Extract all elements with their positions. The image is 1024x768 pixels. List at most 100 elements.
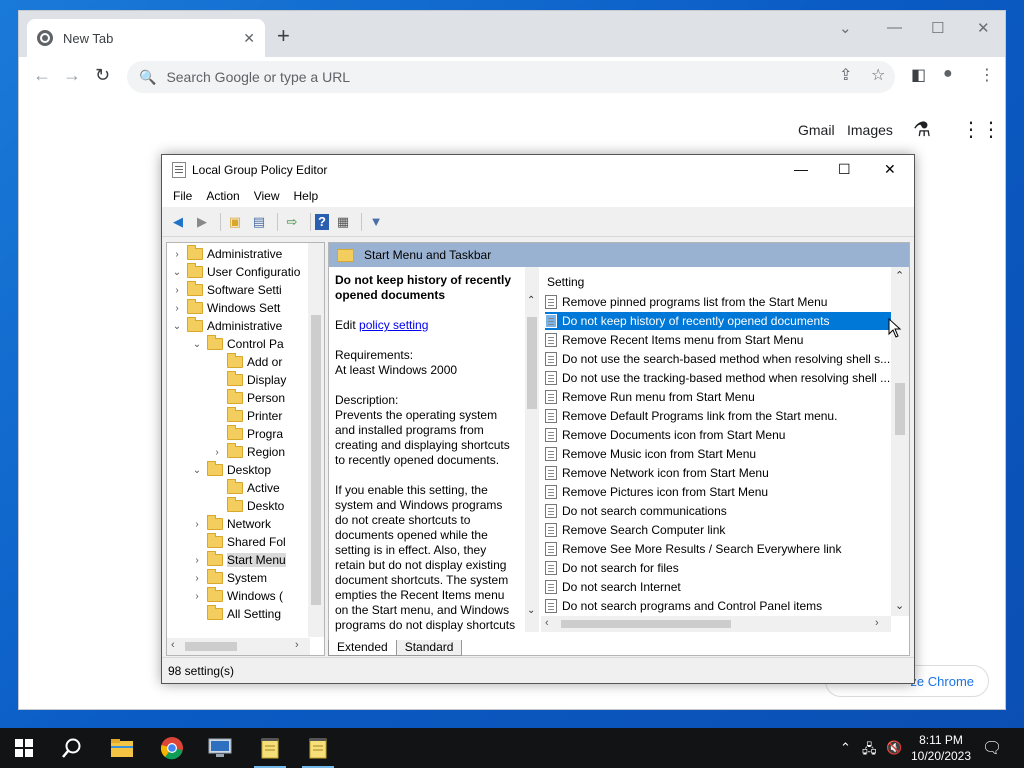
tab-close-icon[interactable]: ✕ <box>243 30 255 47</box>
setting-row[interactable]: Remove Default Programs link from the St… <box>545 407 891 425</box>
settings-hscroll-thumb[interactable] <box>561 620 731 628</box>
tree-expander-icon[interactable]: ⌄ <box>191 465 203 476</box>
setting-row[interactable]: Do not search programs and Control Panel… <box>545 597 891 615</box>
tree-item[interactable]: Progra <box>211 425 283 443</box>
menu-action[interactable]: Action <box>199 189 246 203</box>
tree-expander-icon[interactable]: › <box>211 447 223 458</box>
setting-row[interactable]: Do not search Internet <box>545 578 891 596</box>
tree-expander-icon[interactable]: › <box>191 591 203 602</box>
tree-horizontal-scrollbar[interactable]: ‹ › <box>167 638 310 655</box>
start-button[interactable] <box>0 728 48 768</box>
settings-scroll-thumb[interactable] <box>895 383 905 435</box>
help-icon[interactable]: ? <box>315 213 329 230</box>
notifications-icon[interactable]: 🗨 <box>982 738 1002 758</box>
tree-item[interactable]: Add or <box>211 353 282 371</box>
setting-row[interactable]: Remove Music icon from Start Menu <box>545 445 891 463</box>
tray-overflow-chevron-icon[interactable]: ⌃ <box>840 740 851 756</box>
back-arrow-icon[interactable]: ← <box>33 65 51 86</box>
scroll-left-icon[interactable]: ‹ <box>171 639 175 651</box>
taskbar-search-button[interactable] <box>48 728 96 768</box>
setting-row[interactable]: Do not use the search-based method when … <box>545 350 891 368</box>
scroll-right-icon[interactable]: › <box>295 639 299 651</box>
tree-expander-icon[interactable]: › <box>191 555 203 566</box>
forward-icon[interactable]: ▶ <box>192 212 212 232</box>
tree-item[interactable]: › System <box>191 569 267 587</box>
minimize-icon[interactable]: — <box>887 19 902 36</box>
settings-horizontal-scrollbar[interactable]: ‹ › <box>541 616 891 632</box>
tree-scroll-thumb[interactable] <box>311 315 321 605</box>
side-panel-icon[interactable]: ◧ <box>911 65 926 85</box>
tree-expander-icon[interactable]: ⌄ <box>191 339 203 350</box>
taskbar-file-explorer[interactable] <box>98 728 146 768</box>
scroll-up-icon[interactable]: ⌃ <box>527 295 535 306</box>
tree-expander-icon[interactable]: ⌄ <box>171 321 183 332</box>
setting-row[interactable]: Remove Network icon from Start Menu <box>545 464 891 482</box>
tree-item[interactable]: › Region <box>211 443 285 461</box>
reload-icon[interactable]: ↻ <box>95 65 110 86</box>
setting-row[interactable]: Remove pinned programs list from the Sta… <box>545 293 891 311</box>
kebab-menu-icon[interactable]: ⋮ <box>979 65 995 85</box>
setting-row[interactable]: Remove Search Computer link <box>545 521 891 539</box>
tree-item[interactable]: All Setting <box>191 605 281 623</box>
policy-setting-link[interactable]: policy setting <box>359 318 428 332</box>
setting-row[interactable]: Do not search communications <box>545 502 891 520</box>
profile-avatar-icon[interactable]: ● <box>943 65 953 83</box>
setting-row[interactable]: Remove Documents icon from Start Menu <box>545 426 891 444</box>
tree-item[interactable]: › Software Setti <box>171 281 282 299</box>
scroll-up-icon[interactable]: ⌃ <box>895 269 904 282</box>
tree-item[interactable]: ⌄ Control Pa <box>191 335 284 353</box>
tree-expander-icon[interactable]: › <box>171 249 183 260</box>
taskbar-notepad-2[interactable] <box>294 728 342 768</box>
apps-grid-icon[interactable]: ⋮⋮ <box>961 117 1001 142</box>
taskbar-remote-desktop[interactable] <box>196 728 244 768</box>
tree-item[interactable]: Person <box>211 389 285 407</box>
scroll-right-icon[interactable]: › <box>875 617 879 629</box>
setting-row[interactable]: Remove Recent Items menu from Start Menu <box>545 331 891 349</box>
tab-search-icon[interactable]: ⌄ <box>839 19 852 37</box>
description-scroll-thumb[interactable] <box>527 317 537 409</box>
scroll-down-icon[interactable]: ⌄ <box>895 599 904 612</box>
tree-item[interactable]: › Windows Sett <box>171 299 280 317</box>
tree-expander-icon[interactable]: ⌄ <box>171 267 183 278</box>
setting-row[interactable]: Remove See More Results / Search Everywh… <box>545 540 891 558</box>
tree-vertical-scrollbar[interactable] <box>308 243 324 637</box>
filter-icon[interactable]: ▼ <box>366 212 386 232</box>
tree-item[interactable]: ⌄ Desktop <box>191 461 271 479</box>
share-icon[interactable]: ⇪ <box>839 65 852 85</box>
setting-row[interactable]: Do not keep history of recently opened d… <box>545 312 891 330</box>
menu-help[interactable]: Help <box>287 189 326 203</box>
chrome-tab-new-tab[interactable]: New Tab ✕ <box>27 19 265 57</box>
gmail-link[interactable]: Gmail <box>798 122 835 138</box>
up-folder-icon[interactable]: ▣ <box>225 212 245 232</box>
tree-item[interactable]: Printer <box>211 407 282 425</box>
labs-flask-icon[interactable]: ⚗ <box>913 117 931 142</box>
tab-extended[interactable]: Extended <box>328 639 397 656</box>
column-header-setting[interactable]: Setting <box>547 275 584 289</box>
tree-item[interactable]: ⌄ User Configuratio <box>171 263 300 281</box>
tree-item[interactable]: Deskto <box>211 497 284 515</box>
new-tab-button[interactable]: + <box>277 25 290 47</box>
back-icon[interactable]: ◀ <box>168 212 188 232</box>
volume-muted-icon[interactable]: 🔇 <box>886 740 902 756</box>
tree-hscroll-thumb[interactable] <box>185 642 237 651</box>
tree-item[interactable]: › Administrative <box>171 245 282 263</box>
gpe-maximize-icon[interactable]: ☐ <box>838 161 851 178</box>
omnibox[interactable]: 🔍 Search Google or type a URL <box>127 61 895 93</box>
gpe-minimize-icon[interactable]: — <box>794 161 808 177</box>
tree-expander-icon[interactable]: › <box>191 519 203 530</box>
maximize-icon[interactable]: ☐ <box>931 19 944 37</box>
forward-arrow-icon[interactable]: → <box>63 65 81 86</box>
properties-icon[interactable]: ▦ <box>333 212 353 232</box>
taskbar-notepad-1[interactable] <box>246 728 294 768</box>
images-link[interactable]: Images <box>847 122 893 138</box>
close-icon[interactable]: ✕ <box>977 19 990 37</box>
tree-item[interactable]: Shared Fol <box>191 533 286 551</box>
tree-item[interactable]: Active <box>211 479 280 497</box>
setting-row[interactable]: Remove Pictures icon from Start Menu <box>545 483 891 501</box>
menu-view[interactable]: View <box>247 189 287 203</box>
tree-item[interactable]: Display <box>211 371 286 389</box>
scroll-left-icon[interactable]: ‹ <box>545 617 549 629</box>
setting-row[interactable]: Remove Run menu from Start Menu <box>545 388 891 406</box>
export-list-icon[interactable]: ⇨ <box>282 212 302 232</box>
setting-row[interactable]: Do not search for files <box>545 559 891 577</box>
